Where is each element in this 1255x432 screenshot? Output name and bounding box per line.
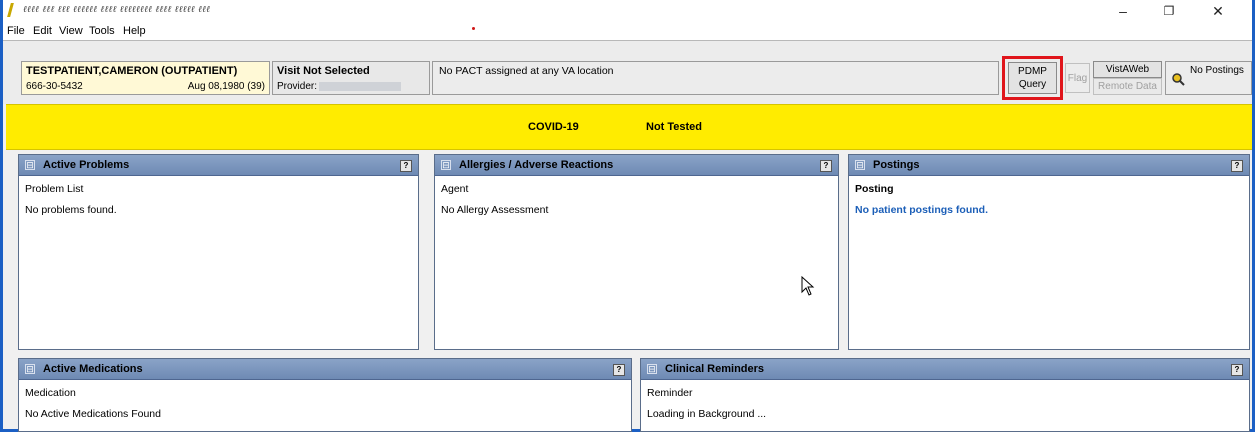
panel-header: ⊟ Clinical Reminders ? — [641, 359, 1249, 380]
panel-header: ⊟ Active Problems ? — [19, 155, 418, 176]
patient-header: TESTPATIENT,CAMERON (OUTPATIENT) 666-30-… — [3, 40, 1252, 104]
postings-label: No Postings — [1190, 65, 1244, 76]
panel-header: ⊟ Allergies / Adverse Reactions ? — [435, 155, 838, 176]
options-icon[interactable]: ? — [820, 160, 832, 172]
pdmp-label-line1: PDMP — [1018, 66, 1047, 77]
menu-edit[interactable]: Edit — [33, 25, 52, 37]
menu-file[interactable]: File — [7, 25, 25, 37]
menu-view[interactable]: View — [59, 25, 83, 37]
panel-title: Postings — [873, 159, 920, 171]
panel-header: ⊟ Postings ? — [849, 155, 1249, 176]
remote-data-button[interactable]: Remote Data — [1093, 78, 1162, 95]
panel-title: Clinical Reminders — [665, 363, 765, 375]
magnifier-icon — [1172, 73, 1185, 86]
column-header: Medication — [25, 387, 76, 399]
collapse-icon[interactable]: ⊟ — [647, 364, 657, 374]
mouse-cursor-icon — [801, 276, 815, 296]
options-icon[interactable]: ? — [400, 160, 412, 172]
pdmp-query-button[interactable]: PDMP Query — [1008, 62, 1057, 94]
panel-title: Allergies / Adverse Reactions — [459, 159, 614, 171]
provider-label: Provider: — [277, 81, 318, 92]
covid-banner: COVID-19 Not Tested — [6, 104, 1252, 150]
column-header: Agent — [441, 183, 469, 195]
active-medications-panel: ⊟ Active Medications ? Medication No Act… — [18, 358, 632, 432]
list-item[interactable]: Loading in Background ... — [647, 408, 766, 420]
panel-title: Active Medications — [43, 363, 143, 375]
patient-ssn: 666-30-5432 — [26, 81, 83, 92]
list-item[interactable]: No Allergy Assessment — [441, 204, 548, 216]
minimize-button[interactable]: – — [1103, 0, 1143, 22]
visit-button[interactable]: Visit Not Selected Provider: — [272, 61, 430, 95]
collapse-icon[interactable]: ⊟ — [441, 160, 451, 170]
postings-panel: ⊟ Postings ? Posting No patient postings… — [848, 154, 1250, 350]
postings-button[interactable]: No Postings — [1165, 61, 1252, 95]
pdmp-label-line2: Query — [1018, 79, 1047, 90]
list-item[interactable]: No patient postings found. — [855, 204, 988, 216]
covid-label: COVID-19 — [528, 121, 579, 133]
patient-dob: Aug 08,1980 (39) — [187, 81, 265, 92]
covid-status: Not Tested — [646, 121, 703, 133]
column-header: Reminder — [647, 387, 693, 399]
options-icon[interactable]: ? — [1231, 160, 1243, 172]
active-problems-panel: ⊟ Active Problems ? Problem List No prob… — [18, 154, 419, 350]
menu-tools[interactable]: Tools — [89, 25, 115, 37]
list-item[interactable]: No Active Medications Found — [25, 408, 161, 420]
redacted-provider-name — [319, 81, 402, 91]
title-bar: ℓℓℓℓ ℓℓℓ ℓℓℓ ℓℓℓℓℓℓ ℓℓℓℓ ℓℓℓℓℓℓℓℓ ℓℓℓℓ ℓ… — [3, 0, 1252, 22]
close-button[interactable]: ✕ — [1198, 0, 1238, 22]
red-dot-marker — [472, 27, 475, 30]
list-item[interactable]: No problems found. — [25, 204, 117, 216]
collapse-icon[interactable]: ⊟ — [855, 160, 865, 170]
options-icon[interactable]: ? — [1231, 364, 1243, 376]
flag-button[interactable]: Flag — [1065, 63, 1090, 93]
pact-text: No PACT assigned at any VA location — [439, 65, 614, 77]
column-header: Posting — [855, 183, 894, 195]
panel-header: ⊟ Active Medications ? — [19, 359, 631, 380]
collapse-icon[interactable]: ⊟ — [25, 160, 35, 170]
window-title: ℓℓℓℓ ℓℓℓ ℓℓℓ ℓℓℓℓℓℓ ℓℓℓℓ ℓℓℓℓℓℓℓℓ ℓℓℓℓ ℓ… — [23, 5, 211, 15]
menu-help[interactable]: Help — [123, 25, 146, 37]
clinical-reminders-panel: ⊟ Clinical Reminders ? Reminder Loading … — [640, 358, 1250, 432]
pact-button[interactable]: No PACT assigned at any VA location — [432, 61, 999, 95]
app-icon — [7, 3, 15, 17]
allergies-panel: ⊟ Allergies / Adverse Reactions ? Agent … — [434, 154, 839, 350]
options-icon[interactable]: ? — [613, 364, 625, 376]
panel-title: Active Problems — [43, 159, 130, 171]
visit-provider: Provider: — [277, 81, 402, 92]
app-window: ℓℓℓℓ ℓℓℓ ℓℓℓ ℓℓℓℓℓℓ ℓℓℓℓ ℓℓℓℓℓℓℓℓ ℓℓℓℓ ℓ… — [0, 0, 1255, 432]
column-header: Problem List — [25, 183, 84, 195]
visit-title: Visit Not Selected — [277, 65, 370, 77]
menu-bar: File Edit View Tools Help — [3, 22, 1252, 40]
collapse-icon[interactable]: ⊟ — [25, 364, 35, 374]
restore-button[interactable]: ❐ — [1149, 0, 1189, 22]
patient-info-button[interactable]: TESTPATIENT,CAMERON (OUTPATIENT) 666-30-… — [21, 61, 270, 95]
patient-name: TESTPATIENT,CAMERON (OUTPATIENT) — [26, 65, 238, 77]
vistaweb-button[interactable]: VistAWeb — [1093, 61, 1162, 78]
